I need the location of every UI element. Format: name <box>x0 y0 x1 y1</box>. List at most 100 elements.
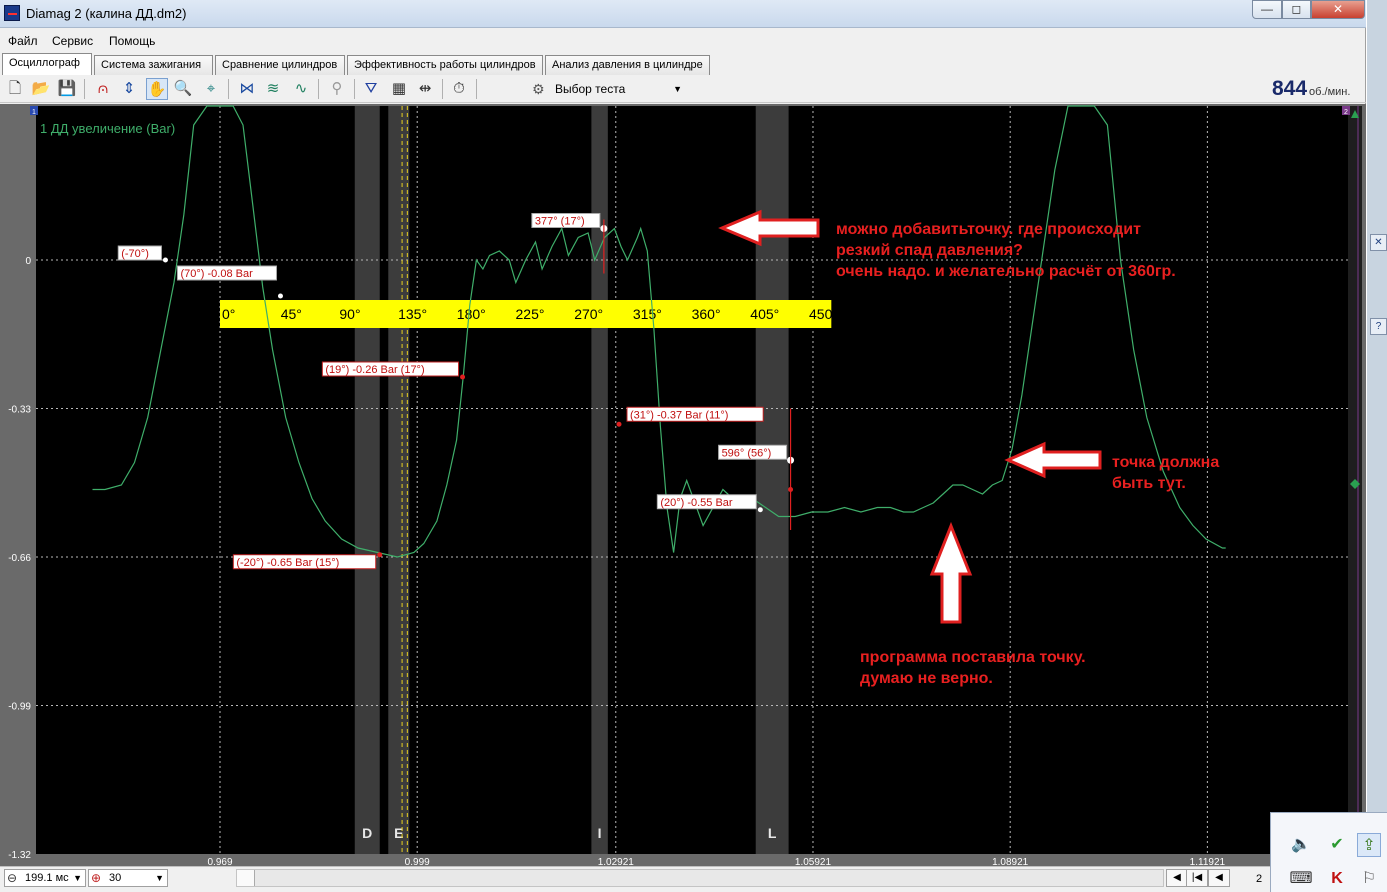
chart-title: 1 ДД увеличение (Bar) <box>40 121 175 136</box>
rpm-readout: 844 об./мин. <box>1272 77 1350 101</box>
point-label: (20°) -0.55 Bar <box>660 497 733 509</box>
flag-icon[interactable]: ⚐ <box>1357 867 1381 891</box>
menu-help[interactable]: Помощь <box>109 34 155 48</box>
scroll-start-button[interactable]: |◀ <box>1186 869 1208 887</box>
angle-scale-label: 360° <box>692 306 721 322</box>
auto-icon[interactable]: ⚲ <box>326 78 348 100</box>
point-label: (-70°) <box>121 248 149 260</box>
scroll-prev-button[interactable]: ◀ <box>1208 869 1230 887</box>
wave-overlay-icon[interactable]: ≋ <box>262 78 284 100</box>
band-label: L <box>768 825 777 841</box>
y-tick-label: -0.99 <box>8 702 31 713</box>
kaspersky-icon[interactable]: K <box>1325 867 1349 891</box>
angle-scale-label: 540° <box>926 306 955 322</box>
measurement-point[interactable] <box>277 293 283 299</box>
point-label: (-20°) -0.65 Bar (15°) <box>236 557 339 569</box>
auto-scale-icon[interactable]: ⏱ <box>448 78 470 100</box>
maximize-button[interactable]: ◻ <box>1282 0 1311 19</box>
help-icon[interactable]: ? <box>1370 318 1387 335</box>
measurement-point[interactable] <box>616 421 622 427</box>
network-icon[interactable]: ⇪ <box>1357 833 1381 857</box>
band-label: D <box>362 825 372 841</box>
scrollbar-thumb[interactable] <box>237 870 255 886</box>
point-label: (19°) -0.26 Bar (17°) <box>325 364 424 376</box>
cursor-measure-icon[interactable]: ⇕ <box>118 78 140 100</box>
close-button[interactable]: ✕ <box>1311 0 1365 19</box>
wave-split-icon[interactable]: ∿ <box>290 78 312 100</box>
scale-icon[interactable]: ⇹ <box>414 78 436 100</box>
annotation-text: быть тут. <box>1112 475 1186 492</box>
tab-cylinder-efficiency[interactable]: Эффективность работы цилиндров <box>347 55 543 75</box>
scale-select[interactable]: ⊕ 30 ▼ <box>88 869 168 887</box>
save-icon[interactable]: 💾 <box>56 78 78 100</box>
angle-scale-label: 585° <box>985 306 1014 322</box>
angle-scale-label: 90° <box>339 306 360 322</box>
angle-scale-label: 405° <box>750 306 779 322</box>
y-tick-label: -0.66 <box>8 553 31 564</box>
cursor-icon[interactable]: ⌨ <box>1289 867 1313 891</box>
angle-scale-label: 0° <box>222 306 235 322</box>
angle-scale-label: 180° <box>457 306 486 322</box>
tab-cylinder-pressure-analysis[interactable]: Анализ давления в цилиндре <box>545 55 710 75</box>
angle-scale-label: 315° <box>633 306 662 322</box>
angle-scale-label: 135° <box>398 306 427 322</box>
app-window: Diamag 2 (калина ДД.dm2) — ◻ ✕ Файл Серв… <box>0 0 1366 892</box>
shaded-band <box>388 106 410 854</box>
menu-service[interactable]: Сервис <box>52 34 93 48</box>
chevron-down-icon: ▼ <box>155 873 164 883</box>
zoom-icon[interactable]: 🔍 <box>172 78 194 100</box>
toolbar-separator <box>354 79 355 99</box>
toolbar-separator <box>318 79 319 99</box>
point-label: 377° (17°) <box>535 216 585 228</box>
compress-icon[interactable]: ⋈ <box>236 78 258 100</box>
oscilloscope-plot[interactable]: DEIL 0° 45° 90° 135° 180° 225° 270° 315° 360° 405… <box>0 104 1366 868</box>
scroll-left-button[interactable]: ◀ <box>1166 869 1188 887</box>
measurement-point[interactable] <box>377 552 383 558</box>
shield-check-icon[interactable]: ✔ <box>1325 833 1349 857</box>
tab-cylinder-comparison[interactable]: Сравнение цилиндров <box>215 55 345 75</box>
new-file-icon[interactable]: 🗋 <box>4 78 26 100</box>
grid-icon[interactable]: ▦ <box>388 78 410 100</box>
point-label: 596° (56°) <box>722 447 772 459</box>
tab-oscilloscope[interactable]: Осциллограф <box>2 53 92 75</box>
timebase-select[interactable]: ⊖ 199.1 мс ▼ <box>4 869 86 887</box>
hand-icon[interactable]: ✋ <box>146 78 168 100</box>
chevron-down-icon: ▼ <box>73 873 82 883</box>
angle-scale-label: 495° <box>868 306 897 322</box>
gear-icon: ⚙ <box>532 81 545 97</box>
measurement-point[interactable] <box>788 487 794 492</box>
angle-scale-label: 45° <box>281 306 302 322</box>
channel-badge-1: 1 <box>32 109 36 116</box>
annotation-text: точка должна <box>1112 454 1219 471</box>
annotation-text: можно добавитьточку. где происходит <box>836 221 1141 238</box>
speaker-icon[interactable]: 🔈 <box>1289 833 1313 857</box>
point-label: (70°) -0.08 Bar <box>180 268 253 280</box>
filter-icon[interactable]: ⛛ <box>360 78 382 100</box>
minus-circle-icon: ⊖ <box>7 871 18 885</box>
toolbar: 🗋 📂 💾 ⩀ ⇕ ✋ 🔍 ⌖ ⋈ ≋ ∿ ⚲ ⛛ ▦ ⇹ ⏱ ⚙ Выбор … <box>0 75 1366 103</box>
oscilloscope-chart[interactable]: DEIL 0° 45° 90° 135° 180° 225° 270° 315° 360° 405… <box>0 104 1366 868</box>
test-select-dropdown[interactable]: ⚙ Выбор теста ▼ <box>530 78 686 100</box>
title-bar[interactable]: Diamag 2 (калина ДД.dm2) — ◻ ✕ <box>0 0 1366 28</box>
status-right-number: 2 <box>1256 873 1263 885</box>
toolbar-separator <box>228 79 229 99</box>
time-scrollbar[interactable] <box>236 869 1164 887</box>
scale-value: 30 <box>109 872 122 884</box>
status-bar: ⊖ 199.1 мс ▼ ⊕ 30 ▼ ◀ |◀ ◀ 2 <box>0 866 1366 892</box>
tab-ignition-system[interactable]: Система зажигания <box>94 55 213 75</box>
measurement-point[interactable] <box>162 257 168 263</box>
annotation-text: думаю не верно. <box>860 670 993 687</box>
measurement-point[interactable] <box>460 374 466 380</box>
close-icon[interactable]: ✕ <box>1370 234 1387 251</box>
timebase-value: 199.1 мс <box>25 872 69 884</box>
toolbar-separator <box>442 79 443 99</box>
measurement-point[interactable] <box>757 507 763 513</box>
annotation-text: резкий спад давления? <box>836 242 1023 259</box>
menu-file[interactable]: Файл <box>8 34 38 48</box>
desktop-background: ✕ ? <box>1367 0 1387 892</box>
minimize-button[interactable]: — <box>1252 0 1282 19</box>
signal-probe-icon[interactable]: ⌖ <box>200 78 222 100</box>
trigger-icon[interactable]: ⩀ <box>92 78 114 100</box>
open-folder-icon[interactable]: 📂 <box>30 78 52 100</box>
angle-scale-label: 630° <box>1044 306 1073 322</box>
